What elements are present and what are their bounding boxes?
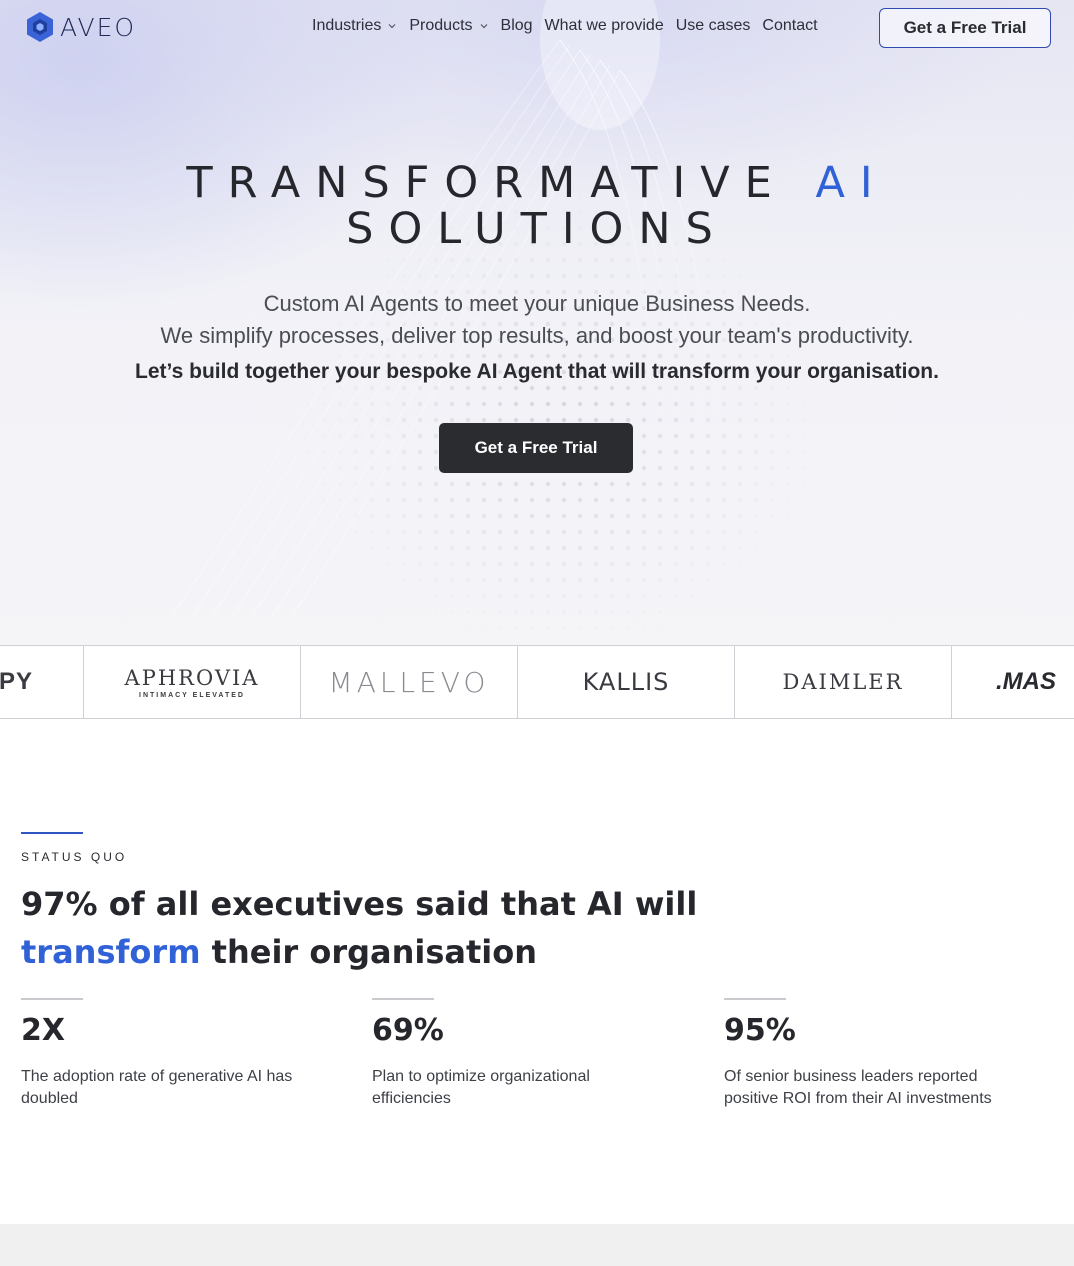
client-logo-cell: PY <box>0 646 84 718</box>
logo-tagline: INTIMACY ELEVATED <box>139 691 245 699</box>
stat-card: 95% Of senior business leaders reported … <box>724 998 1044 1110</box>
stat-value: 69% <box>372 1013 444 1048</box>
stat-card: 69% Plan to optimize organizational effi… <box>372 998 692 1110</box>
nav-item-label: Blog <box>500 17 533 34</box>
hero-title-line2: SOLUTIONS <box>346 204 728 254</box>
client-logo-cell: APHROVIA INTIMACY ELEVATED <box>84 646 301 718</box>
client-logo-strip: PY APHROVIA INTIMACY ELEVATED MALLEVO KA… <box>0 645 1074 719</box>
nav-item-label: What we provide <box>544 17 664 34</box>
stat-description: Plan to optimize organizational efficien… <box>372 1068 590 1107</box>
hero-section: AVEO Industries Products Blog What we pr… <box>0 0 1074 646</box>
nav-item-contact[interactable]: Contact <box>762 17 817 35</box>
main-nav: Industries Products Blog What we provide… <box>312 17 830 35</box>
brand-name: AVEO <box>60 12 137 42</box>
client-logo-mallevo: MALLEVO <box>328 665 490 699</box>
nav-item-label: Contact <box>762 17 818 34</box>
next-section-band <box>0 1224 1074 1266</box>
nav-item-label: Industries <box>312 17 382 34</box>
hero-title: TRANSFORMATIVE AI SOLUTIONS <box>0 160 1074 252</box>
section-accent-rule <box>21 832 83 834</box>
heading-part2: their organisation <box>211 933 538 971</box>
client-logo-daimler: DAIMLER <box>782 670 904 694</box>
client-logo-py: PY <box>0 668 33 695</box>
logo-wordmark: APHROVIA <box>124 665 260 690</box>
hero-subtitle-line1: Custom AI Agents to meet your unique Bus… <box>263 291 811 316</box>
heading-part1: 97% of all executives said that AI will <box>21 885 698 923</box>
nav-item-industries[interactable]: Industries <box>312 17 397 35</box>
hero-subtitle: Custom AI Agents to meet your unique Bus… <box>0 288 1074 352</box>
hero-title-highlight: AI <box>815 158 888 208</box>
chevron-down-icon <box>480 24 487 29</box>
client-logo-cell: MALLEVO <box>301 646 518 718</box>
header-free-trial-button[interactable]: Get a Free Trial <box>879 8 1051 48</box>
stat-description: The adoption rate of generative AI has d… <box>21 1068 293 1107</box>
client-logo-cell: DAIMLER <box>735 646 952 718</box>
client-logo-kallis: KALLIS <box>582 668 670 696</box>
client-logo-aphrovia: APHROVIA INTIMACY ELEVATED <box>125 666 260 699</box>
nav-item-use-cases[interactable]: Use cases <box>676 17 751 35</box>
stat-value: 95% <box>724 1013 796 1048</box>
brand-logo[interactable]: AVEO <box>26 11 136 43</box>
hero-title-line1: TRANSFORMATIVE <box>186 158 787 208</box>
nav-item-label: Products <box>409 17 473 34</box>
stat-rule <box>21 998 83 1000</box>
client-logo-cell: .MAS <box>952 646 1074 718</box>
stat-rule <box>724 998 786 1000</box>
stat-rule <box>372 998 434 1000</box>
client-logo-cell: KALLIS <box>518 646 735 718</box>
nav-item-blog[interactable]: Blog <box>501 17 533 35</box>
hero-subtitle-line2: We simplify processes, deliver top resul… <box>160 323 914 348</box>
nav-item-label: Use cases <box>675 17 751 34</box>
hero-free-trial-button[interactable]: Get a Free Trial <box>439 423 633 473</box>
section-heading: 97% of all executives said that AI will … <box>21 880 721 976</box>
section-eyebrow: STATUS QUO <box>21 850 128 864</box>
stat-description: Of senior business leaders reported posi… <box>724 1068 992 1107</box>
hero-emphasis: Let’s build together your bespoke AI Age… <box>135 360 939 383</box>
aveo-hexagon-icon <box>27 12 53 42</box>
site-header: AVEO Industries Products Blog What we pr… <box>0 0 1074 56</box>
stat-value: 2X <box>21 1013 66 1048</box>
nav-item-products[interactable]: Products <box>409 17 488 35</box>
heading-highlight: transform <box>21 933 201 971</box>
nav-item-what-we-provide[interactable]: What we provide <box>545 17 664 35</box>
chevron-down-icon <box>388 24 396 29</box>
stat-card: 2X The adoption rate of generative AI ha… <box>21 998 341 1110</box>
client-logo-mas: .MAS <box>996 668 1056 695</box>
